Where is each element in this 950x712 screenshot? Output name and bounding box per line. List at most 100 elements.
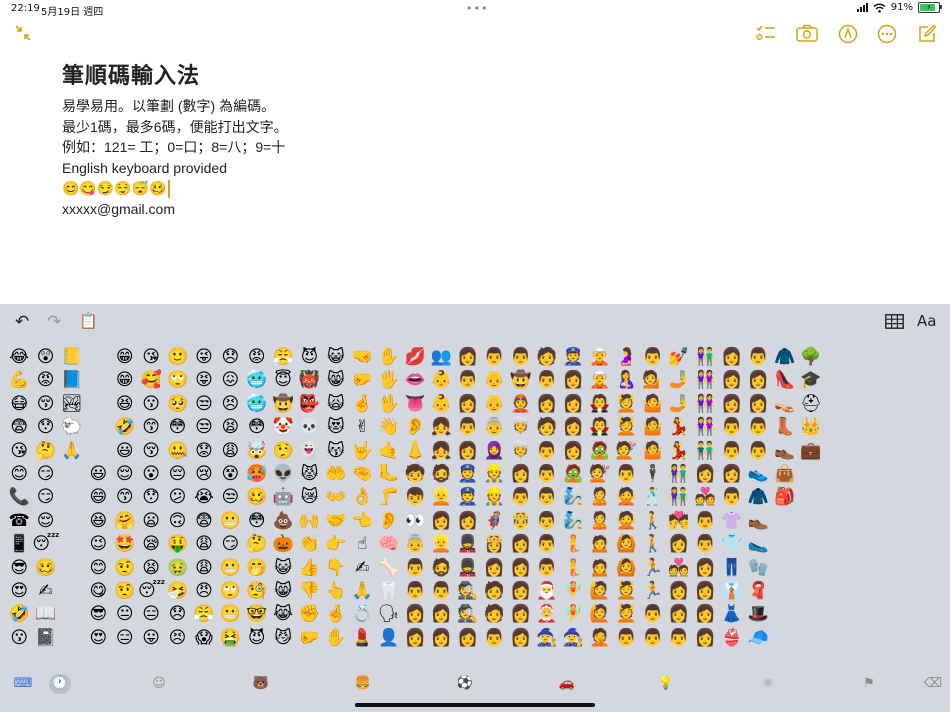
emoji-key[interactable]: 📓 (32, 627, 58, 650)
emoji-key[interactable]: 👩 (534, 393, 560, 416)
emoji-key[interactable]: 🏃 (639, 580, 665, 603)
emoji-key[interactable]: 🧛 (587, 416, 613, 439)
emoji-key[interactable]: 👬 (692, 440, 718, 463)
emoji-key[interactable]: 👩 (560, 440, 586, 463)
emoji-key[interactable]: 😃 (85, 463, 111, 486)
emoji-key[interactable]: 💪 (6, 369, 32, 392)
emoji-key[interactable]: 👑 (798, 416, 824, 439)
home-indicator[interactable] (355, 703, 595, 707)
emoji-key[interactable]: 😙 (112, 486, 138, 509)
emoji-key[interactable]: 👩 (428, 603, 454, 626)
emoji-key[interactable]: 👨 (745, 346, 771, 369)
emoji-key[interactable]: 🤷 (639, 416, 665, 439)
emoji-key[interactable]: 👕 (719, 533, 745, 556)
emoji-key[interactable]: 🤑 (164, 533, 190, 556)
emoji-key[interactable]: 👨 (692, 510, 718, 533)
emoji-key[interactable]: 😾 (296, 463, 322, 486)
emoji-key[interactable]: 👩 (692, 580, 718, 603)
emoji-key[interactable]: 📞 (6, 486, 32, 509)
emoji-key[interactable]: 👫 (666, 463, 692, 486)
emoji-key[interactable]: 📒 (59, 346, 85, 369)
emoji-key[interactable]: 🙆 (613, 533, 639, 556)
emoji-key[interactable]: 👽 (270, 463, 296, 486)
emoji-key[interactable]: 😸 (270, 580, 296, 603)
emoji-key[interactable]: 👩 (560, 416, 586, 439)
emoji-key[interactable]: 🥺 (164, 393, 190, 416)
emoji-key[interactable]: 👞 (771, 440, 797, 463)
note-line-emoji[interactable]: 😊😋😏😌😴🥴 (62, 178, 882, 199)
emoji-key[interactable]: 😊 (6, 463, 32, 486)
emoji-key[interactable]: 🧝 (587, 369, 613, 392)
emoji-key[interactable]: 😌 (112, 463, 138, 486)
emoji-key[interactable]: 🤧 (164, 580, 190, 603)
emoji-key[interactable]: 💇 (613, 440, 639, 463)
emoji-key[interactable]: 👲 (507, 393, 533, 416)
emoji-key[interactable]: 💆 (613, 603, 639, 626)
emoji-key[interactable]: 💏 (666, 510, 692, 533)
emoji-key[interactable]: 😳 (244, 416, 270, 439)
emoji-key[interactable]: 🧜 (560, 533, 586, 556)
emoji-key[interactable]: 🤗 (112, 510, 138, 533)
emoji-key[interactable]: 👮 (455, 486, 481, 509)
emoji-key[interactable]: 😬 (217, 603, 243, 626)
emoji-key[interactable]: 👦 (402, 486, 428, 509)
emoji-key[interactable]: 🧞 (560, 486, 586, 509)
emoji-key[interactable]: 👫 (692, 346, 718, 369)
emoji-key[interactable]: 🙄 (164, 369, 190, 392)
emoji-key[interactable]: 👨 (534, 369, 560, 392)
emoji-key[interactable]: 🙀 (323, 393, 349, 416)
emoji-key[interactable]: 👨 (719, 416, 745, 439)
emoji-key[interactable]: 🎒 (771, 486, 797, 509)
emoji-key[interactable]: 👖 (719, 557, 745, 580)
emoji-key[interactable]: 👈 (349, 510, 375, 533)
emoji-key[interactable]: 🙏 (59, 440, 85, 463)
emoji-key[interactable]: 😁 (112, 369, 138, 392)
emoji-key[interactable]: 😐 (112, 603, 138, 626)
emoji-key[interactable]: 🤯 (244, 440, 270, 463)
collapse-icon[interactable] (10, 24, 36, 46)
emoji-key[interactable]: 👨 (692, 533, 718, 556)
emoji-key[interactable]: 🦶 (375, 463, 401, 486)
emoji-key[interactable]: 👱 (428, 486, 454, 509)
emoji-key[interactable]: 😖 (217, 369, 243, 392)
emoji-key[interactable]: 💆 (613, 393, 639, 416)
emoji-key[interactable]: 🦸 (481, 510, 507, 533)
emoji-key[interactable]: 💁 (639, 369, 665, 392)
emoji-key[interactable]: 👂 (402, 416, 428, 439)
table-icon[interactable] (885, 314, 904, 334)
emoji-key[interactable]: 📖 (32, 603, 58, 626)
emoji-key[interactable]: 👩 (455, 346, 481, 369)
emoji-key[interactable]: 🤷 (639, 393, 665, 416)
emoji-key[interactable]: 👩 (507, 603, 533, 626)
emoji-key[interactable]: 💩 (270, 510, 296, 533)
emoji-key[interactable]: 💆 (613, 580, 639, 603)
emoji-key[interactable]: 😷 (6, 393, 32, 416)
emoji-key[interactable]: 👨 (481, 627, 507, 650)
emoji-key[interactable]: 👥 (428, 346, 454, 369)
emoji-key[interactable]: 🤠 (270, 393, 296, 416)
emoji-key[interactable]: 👵 (402, 533, 428, 556)
emoji-key[interactable]: 👨 (534, 557, 560, 580)
emoji-key[interactable]: 👩 (560, 369, 586, 392)
emoji-key[interactable]: 😛 (138, 627, 164, 650)
emoji-key[interactable]: 😏 (217, 533, 243, 556)
emoji-key[interactable]: 🧒 (402, 463, 428, 486)
emoji-key[interactable]: 🧙 (560, 627, 586, 650)
emoji-key[interactable]: 🎓 (798, 369, 824, 392)
emoji-key[interactable]: 🧠 (375, 533, 401, 556)
delete-icon[interactable]: ⌫ (922, 674, 944, 694)
compose-icon[interactable] (914, 24, 940, 46)
emoji-key[interactable]: 🧥 (771, 346, 797, 369)
emoji-key[interactable]: 💆 (613, 416, 639, 439)
camera-icon[interactable] (794, 24, 820, 46)
paste-button[interactable]: 📋 (79, 312, 98, 330)
emoji-key[interactable]: 👩 (428, 510, 454, 533)
emoji-key[interactable]: 🤩 (112, 533, 138, 556)
emoji-key[interactable]: 👨 (639, 627, 665, 650)
emoji-key[interactable]: 🗣 (375, 603, 401, 626)
emoji-key[interactable]: 😙 (138, 416, 164, 439)
emoji-key[interactable]: 🧢 (745, 627, 771, 650)
emoji-key[interactable]: 🥴 (32, 557, 58, 580)
emoji-key[interactable]: 👨 (481, 346, 507, 369)
emoji-key[interactable]: 👩 (455, 510, 481, 533)
